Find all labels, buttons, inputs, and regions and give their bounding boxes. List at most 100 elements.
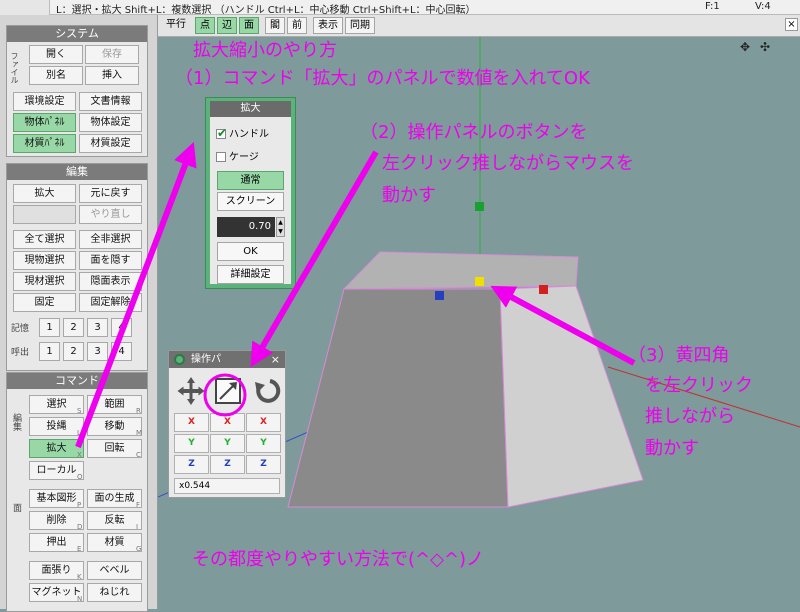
display-button[interactable]: 表示: [313, 17, 343, 34]
operation-panel-close-button[interactable]: ×: [271, 351, 280, 368]
face-gen-button[interactable]: 面の生成: [87, 489, 142, 508]
save-button[interactable]: 保存: [85, 45, 139, 64]
memory-slot-2[interactable]: 2: [63, 318, 84, 337]
select-current-object-button[interactable]: 現物選択: [13, 251, 76, 270]
detail-settings-button[interactable]: 詳細設定: [217, 265, 284, 284]
material-command-button[interactable]: 材質: [87, 533, 142, 552]
scale-value-spinner[interactable]: ▲ ▼: [276, 217, 285, 237]
memory-slot-3[interactable]: 3: [87, 318, 108, 337]
frustum-front-face: [287, 288, 509, 508]
select-all-button[interactable]: 全て選択: [13, 230, 76, 249]
y-axis-button-1[interactable]: Y: [174, 434, 209, 453]
magnet-button[interactable]: マグネット: [29, 583, 84, 602]
cage-checkbox[interactable]: ケージ: [216, 148, 259, 163]
status-bar: L：選択・拡大 Shift+L：複数選択 （ハンドル Ctrl+L：中心移動 C…: [0, 0, 800, 16]
viewport-close-button[interactable]: ×: [785, 18, 798, 31]
annotation-title: 拡大縮小のやり方: [193, 40, 337, 61]
status-hint: L：選択・拡大 Shift+L：複数選択 （ハンドル Ctrl+L：中心移動 C…: [56, 5, 476, 16]
z-axis-button-2[interactable]: Z: [210, 455, 245, 474]
select-command-button[interactable]: 選択: [29, 395, 84, 414]
move-command-button[interactable]: 移動: [87, 417, 142, 436]
hide-face-button[interactable]: 面を隠す: [79, 251, 142, 270]
local-command-button[interactable]: ローカル: [29, 461, 84, 480]
recall-slot-1[interactable]: 1: [39, 342, 60, 361]
y-axis-button-2[interactable]: Y: [210, 434, 245, 453]
z-axis-button-3[interactable]: Z: [246, 455, 281, 474]
x-axis-button-1[interactable]: X: [174, 413, 209, 432]
material-panel-button[interactable]: 材質ﾊﾟﾈﾙ: [13, 134, 76, 153]
save-as-button[interactable]: 別名: [29, 66, 83, 85]
bevel-button[interactable]: ベベル: [87, 561, 142, 580]
undo-button[interactable]: 元に戻す: [79, 184, 142, 203]
handle-label: ハンドル: [229, 129, 269, 140]
recall-slot-3[interactable]: 3: [87, 342, 108, 361]
ok-button[interactable]: OK: [217, 242, 284, 261]
face-mode-toggle[interactable]: 面: [239, 17, 259, 34]
edge-mode-toggle[interactable]: 辺: [217, 17, 237, 34]
face-stretch-button[interactable]: 面張り: [29, 561, 84, 580]
scale-diagonal-icon[interactable]: [215, 378, 241, 404]
app-menu-button[interactable]: [0, 0, 50, 15]
edit-blank-button[interactable]: [13, 205, 76, 224]
operation-panel-header[interactable]: 操作パ ×: [169, 351, 285, 368]
command-title: コマンド: [7, 373, 147, 389]
rotate-icon[interactable]: [255, 379, 281, 403]
range-shortcut: R: [136, 407, 141, 415]
show-hidden-button[interactable]: 隠面表示: [79, 272, 142, 291]
sync-button[interactable]: 同期: [345, 17, 375, 34]
parallel-toggle[interactable]: 平行: [162, 17, 190, 34]
annotation-step2-line1: （2）操作パネルのボタンを: [360, 122, 588, 143]
front-toggle[interactable]: 前: [287, 17, 307, 34]
env-settings-button[interactable]: 環境設定: [13, 92, 76, 111]
system-group: システム ファイル 開く 保存 別名 挿入 環境設定 文書情報 物体ﾊﾟﾈﾙ 物…: [6, 25, 148, 157]
flip-button[interactable]: 反転: [87, 511, 142, 530]
operation-panel: 操作パ × X X X Y Y Y Z Z Z x0.544: [168, 350, 286, 498]
screen-mode-button[interactable]: スクリーン: [217, 192, 284, 211]
object-panel-button[interactable]: 物体ﾊﾟﾈﾙ: [13, 113, 76, 132]
project-command-button[interactable]: 投縄: [29, 417, 84, 436]
scale-value-input[interactable]: 0.70: [217, 217, 275, 237]
point-mode-toggle[interactable]: 点: [195, 17, 215, 34]
handle-checkbox-box[interactable]: ✔: [216, 126, 227, 140]
scale-command-button[interactable]: 拡大: [29, 439, 84, 458]
object-settings-button[interactable]: 物体設定: [79, 113, 142, 132]
annotation-step1: （1）コマンド「拡大」のパネルで数値を入れてOK: [175, 68, 590, 89]
memory-label: 記憶: [11, 324, 30, 334]
redo-button[interactable]: やり直し: [79, 205, 142, 224]
basic-shape-button[interactable]: 基本図形: [29, 489, 84, 508]
deselect-all-button[interactable]: 全非選択: [79, 230, 142, 249]
extrude-button[interactable]: 押出: [29, 533, 84, 552]
hide-toggle[interactable]: 閣: [265, 17, 285, 34]
move-cross-icon[interactable]: [177, 377, 205, 405]
doc-info-button[interactable]: 文書情報: [79, 92, 142, 111]
center-handle: [475, 277, 484, 286]
fix-button[interactable]: 固定: [13, 293, 76, 312]
vertex-counter: V:4: [755, 1, 771, 12]
recall-slot-2[interactable]: 2: [63, 342, 84, 361]
select-current-material-button[interactable]: 現材選択: [13, 272, 76, 291]
project-shortcut: L: [77, 429, 81, 437]
twist-button[interactable]: ねじれ: [87, 583, 142, 602]
delete-button[interactable]: 削除: [29, 511, 84, 530]
unfix-button[interactable]: 固定解除: [79, 293, 142, 312]
x-axis-button-2[interactable]: X: [210, 413, 245, 432]
cage-checkbox-box[interactable]: [216, 152, 226, 162]
recall-label: 呼出: [11, 348, 30, 358]
handle-checkbox[interactable]: ✔ ハンドル: [216, 125, 269, 140]
memory-slot-4[interactable]: 4: [111, 318, 132, 337]
y-axis-button-3[interactable]: Y: [246, 434, 281, 453]
normal-mode-button[interactable]: 通常: [217, 171, 284, 190]
z-axis-button-1[interactable]: Z: [174, 455, 209, 474]
move-shortcut: M: [136, 429, 143, 437]
z-handle: [435, 291, 444, 300]
memory-slot-1[interactable]: 1: [39, 318, 60, 337]
x-axis-button-3[interactable]: X: [246, 413, 281, 432]
edit-scale-button[interactable]: 拡大: [13, 184, 76, 203]
frustum-side-face: [499, 285, 644, 508]
rotate-command-button[interactable]: 回転: [87, 439, 142, 458]
range-command-button[interactable]: 範囲: [87, 395, 142, 414]
material-settings-button[interactable]: 材質設定: [79, 134, 142, 153]
recall-slot-4[interactable]: 4: [111, 342, 132, 361]
open-button[interactable]: 開く: [29, 45, 83, 64]
insert-button[interactable]: 挿入: [85, 66, 139, 85]
